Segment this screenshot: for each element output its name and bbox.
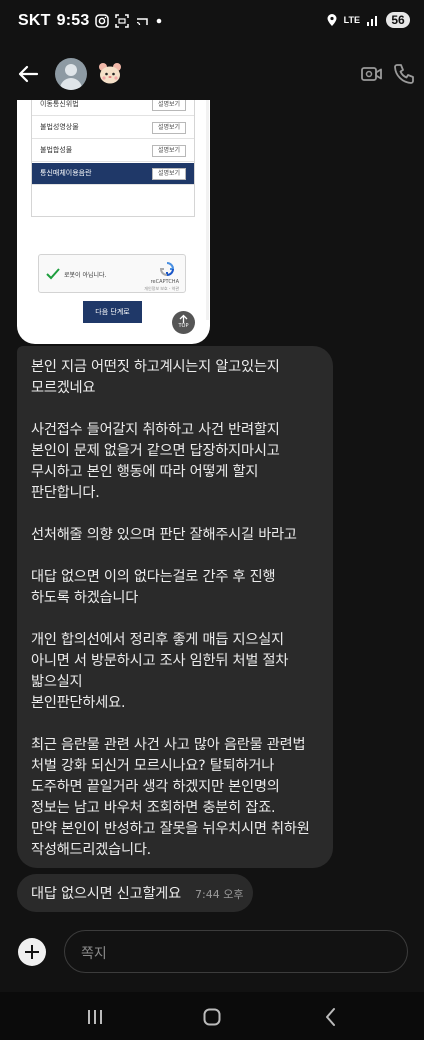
scrollbar [206, 100, 209, 320]
chevron-left-icon [326, 1008, 335, 1026]
arrow-left-icon [18, 65, 39, 83]
avatar[interactable] [55, 58, 87, 90]
list-item: 불법성영상물 설명보기 [32, 117, 194, 139]
system-nav-bar [0, 992, 424, 1040]
list-item-label: 통신매체이용음란 [40, 169, 92, 177]
scroll-top-button: TOP [172, 311, 195, 334]
list-item-label: 불법성영상물 [40, 123, 79, 131]
recent-apps-button[interactable] [86, 1009, 104, 1025]
list-item-label: 이동통신위법 [40, 100, 79, 108]
chat-header [0, 50, 424, 96]
signal-icon [366, 14, 380, 26]
recaptcha-logo-icon [159, 261, 175, 281]
description-button: 설명보기 [152, 122, 186, 134]
description-button: 설명보기 [152, 145, 186, 157]
notification-dot-icon [155, 17, 163, 25]
captcha-label: 로봇이 아닙니다. [64, 272, 107, 279]
description-button: 설명보기 [152, 168, 186, 180]
instagram-icon [95, 14, 110, 28]
carrier-label: SKT [18, 12, 51, 29]
message-paragraph: 사건접수 들어갈지 취하하고 사건 반려할지 본인이 문제 없을거 같으면 답장… [31, 422, 280, 501]
location-icon [326, 13, 338, 27]
message-bubble[interactable]: 대답 없으시면 신고할게요 7:44 오후 [17, 874, 253, 912]
clock-time: 9:53 [56, 12, 90, 29]
screen-capture-icon [115, 14, 130, 28]
phone-icon [394, 64, 414, 84]
message-paragraph: 대답 없으면 이의 없다는걸로 간주 후 진행 하도록 하겠습니다 [31, 569, 276, 606]
recent-apps-icon [88, 1010, 102, 1024]
message-input[interactable]: 쪽지 [64, 930, 408, 973]
home-button[interactable] [202, 1007, 222, 1027]
voice-call-button[interactable] [392, 62, 416, 86]
add-attachment-button[interactable] [18, 938, 46, 966]
message-paragraph: 최근 음란물 관련 사건 사고 많아 음란물 관련법 처벌 강화 되신거 모르시… [31, 737, 310, 858]
message-paragraph: 선처해줄 의향 있으며 판단 잘해주시길 바라고 [31, 527, 297, 543]
battery-level: 56 [386, 12, 410, 28]
video-call-button[interactable] [360, 62, 384, 86]
list-item: 불법합성물 설명보기 [32, 140, 194, 162]
cast-icon [135, 14, 149, 28]
report-category-list: 이동통신위법 설명보기 불법성영상물 설명보기 불법합성물 설명보기 통신매체이… [31, 100, 195, 217]
list-item-label: 불법합성물 [40, 146, 73, 154]
shared-image[interactable]: 이동통신위법 설명보기 불법성영상물 설명보기 불법합성물 설명보기 통신매체이… [17, 100, 210, 344]
list-item: 이동통신위법 설명보기 [32, 100, 194, 116]
recaptcha-box: 로봇이 아닙니다. reCAPTCHA 개인정보 보호 - 약관 [38, 254, 186, 293]
system-back-button[interactable] [322, 1007, 340, 1027]
list-item-selected: 통신매체이용음란 설명보기 [32, 163, 194, 185]
next-step-button: 다음 단계로 [83, 301, 142, 323]
network-type: LTE [343, 15, 360, 25]
message-input-placeholder: 쪽지 [81, 946, 107, 962]
message-paragraph: 본인 지금 어떤짓 하고계시는지 알고있는지 모르겠네요 [31, 359, 280, 396]
hamster-emoji-icon [98, 62, 122, 84]
message-timestamp: 7:44 오후 [195, 888, 244, 901]
captcha-terms: 개인정보 보호 - 약관 [144, 286, 179, 291]
video-call-icon [361, 67, 382, 81]
message-paragraph: 개인 합의선에서 정리후 좋게 매듭 지으실지 아니면 서 방문하시고 조사 임… [31, 632, 289, 711]
checkmark-icon [46, 265, 60, 284]
home-icon [203, 1008, 221, 1026]
top-label: TOP [178, 323, 189, 329]
message-bubble[interactable]: 본인 지금 어떤짓 하고계시는지 알고있는지 모르겠네요 사건접수 들어갈지 취… [17, 346, 333, 868]
back-button[interactable] [14, 60, 42, 88]
message-text: 대답 없으시면 신고할게요 [31, 886, 181, 902]
description-button: 설명보기 [152, 100, 186, 111]
status-bar: SKT 9:53 LTE 56 [0, 0, 424, 44]
captcha-brand: reCAPTCHA [150, 279, 179, 285]
